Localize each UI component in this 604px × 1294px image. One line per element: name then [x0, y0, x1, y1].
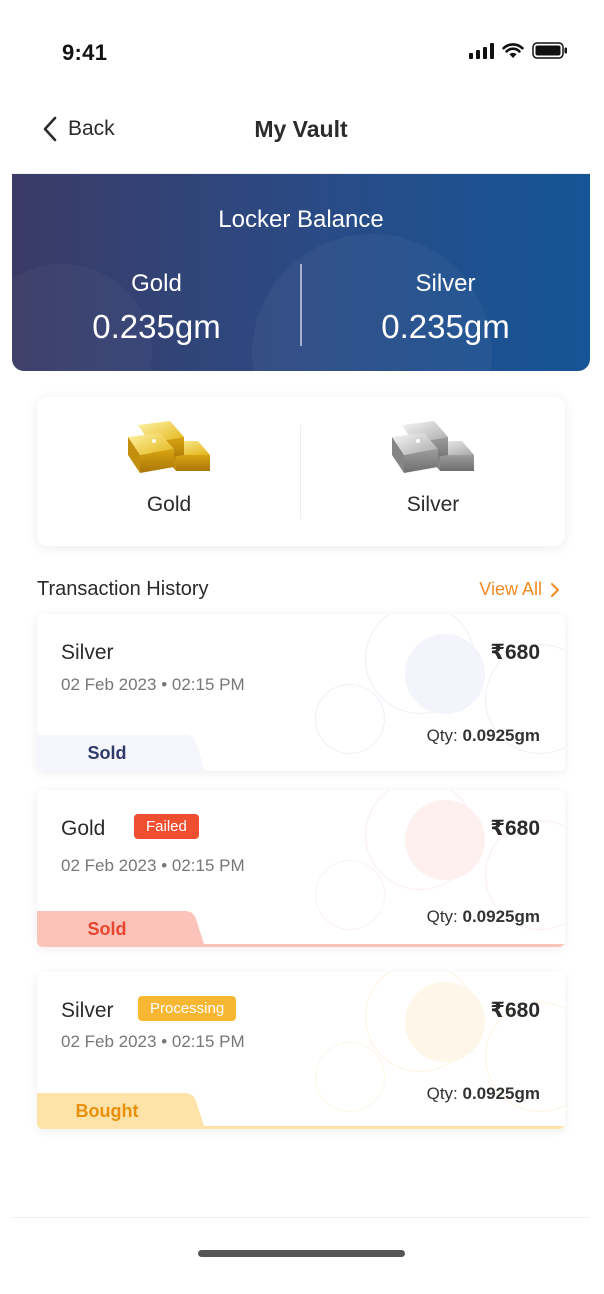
- status-time: 9:41: [62, 40, 108, 65]
- nav-header: Back My Vault: [12, 88, 590, 174]
- metal-selector-card: Gold Silver: [37, 397, 565, 546]
- bottom-divider: [12, 1217, 590, 1218]
- transaction-type-tab: Sold: [37, 735, 205, 771]
- status-bar: 9:41: [0, 0, 604, 88]
- battery-icon: [532, 42, 567, 59]
- quantity-value: 0.0925gm: [462, 907, 541, 926]
- transaction-accent-line: [37, 1126, 565, 1129]
- transaction-card[interactable]: Gold Failed 02 Feb 2023 • 02:15 PM ₹680 …: [37, 790, 565, 947]
- gold-balance-value: 0.235gm: [92, 308, 221, 345]
- transaction-date: 02 Feb 2023 • 02:15 PM: [61, 675, 245, 694]
- quantity-label: Qty:: [426, 726, 458, 745]
- quantity-value: 0.0925gm: [462, 1084, 541, 1103]
- transaction-type-tab: Bought: [37, 1093, 205, 1129]
- quantity-label: Qty:: [426, 907, 458, 926]
- transaction-history-heading: Transaction History: [37, 578, 209, 600]
- transaction-amount: ₹680: [490, 999, 540, 1022]
- silver-option-label: Silver: [406, 493, 460, 516]
- view-all-link[interactable]: View All: [479, 579, 560, 600]
- transaction-quantity: Qty: 0.0925gm: [427, 907, 540, 927]
- transaction-metal: Silver: [61, 999, 114, 1022]
- wifi-icon: [502, 42, 524, 58]
- silver-bars-icon: [392, 421, 474, 473]
- page-title: My Vault: [254, 116, 348, 142]
- transaction-card[interactable]: Silver Processing 02 Feb 2023 • 02:15 PM…: [37, 972, 565, 1129]
- card-decoration: [305, 614, 565, 771]
- quantity-value: 0.0925gm: [462, 726, 541, 745]
- transaction-type-tab: Sold: [37, 911, 205, 947]
- silver-balance-value: 0.235gm: [381, 308, 510, 345]
- card-decoration: [305, 972, 565, 1129]
- home-indicator[interactable]: [198, 1250, 405, 1257]
- status-icons: [469, 42, 568, 59]
- transaction-amount: ₹680: [490, 817, 540, 840]
- failed-status-badge: Failed: [134, 814, 199, 839]
- transaction-quantity: Qty: 0.0925gm: [427, 726, 540, 746]
- chevron-right-icon: [551, 582, 559, 597]
- processing-status-badge: Processing: [138, 996, 237, 1021]
- locker-balance-banner: Locker Balance Gold 0.235gm Silver 0.235…: [12, 174, 590, 371]
- silver-balance: Silver 0.235gm: [301, 270, 590, 346]
- silver-balance-label: Silver: [415, 270, 476, 297]
- view-all-label: View All: [479, 579, 542, 599]
- gold-option-label: Gold: [146, 493, 192, 516]
- quantity-label: Qty:: [426, 1084, 458, 1103]
- cellular-signal-icon: [469, 42, 494, 59]
- gold-bars-icon: [128, 421, 210, 473]
- transaction-date: 02 Feb 2023 • 02:15 PM: [61, 856, 245, 875]
- gold-option[interactable]: Gold: [37, 415, 301, 517]
- silver-option[interactable]: Silver: [301, 415, 565, 517]
- transaction-metal: Silver: [61, 641, 114, 664]
- transaction-type-label: Sold: [87, 919, 127, 939]
- transaction-quantity: Qty: 0.0925gm: [427, 1084, 540, 1104]
- transaction-metal: Gold: [61, 817, 106, 840]
- gold-balance: Gold 0.235gm: [12, 270, 301, 346]
- transaction-accent-line: [37, 944, 565, 947]
- transaction-card[interactable]: Silver 02 Feb 2023 • 02:15 PM ₹680 Qty: …: [37, 614, 565, 771]
- transaction-date: 02 Feb 2023 • 02:15 PM: [61, 1032, 245, 1051]
- transaction-amount: ₹680: [490, 641, 540, 664]
- transaction-type-label: Sold: [87, 743, 127, 763]
- gold-balance-label: Gold: [131, 270, 182, 297]
- transaction-type-label: Bought: [75, 1101, 139, 1121]
- locker-balance-title: Locker Balance: [218, 206, 384, 233]
